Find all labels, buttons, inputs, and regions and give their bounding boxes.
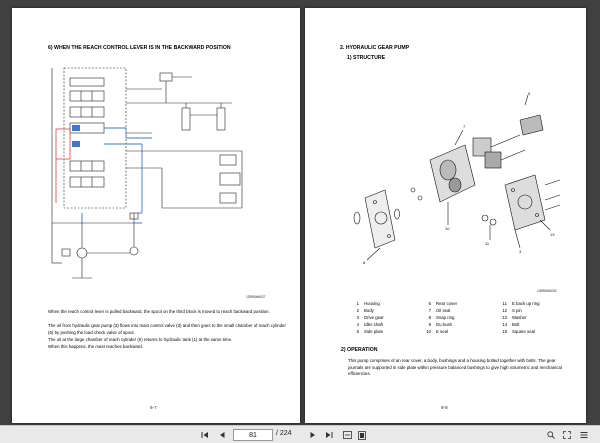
page-total-label: / 224 xyxy=(276,430,292,437)
part-entry: 4 Idler shaft xyxy=(356,321,383,327)
part-entry: 11 E back up ring xyxy=(502,301,540,306)
part-entry: 3 Drive gear xyxy=(356,314,384,320)
part-entry: 7 Oil seal xyxy=(428,307,451,313)
left-page-number: 6-7 xyxy=(150,405,157,410)
svg-text:3: 3 xyxy=(519,249,522,254)
part-entry: 8 Snap ring xyxy=(428,314,455,320)
part-entry: 15 Square seal xyxy=(502,328,535,334)
part-entry: 1 Housing xyxy=(356,301,380,306)
left-paragraph-1: When the reach control lever is pulled b… xyxy=(48,309,270,314)
gear-pump-exploded-view: 8 7 10 3 5 13 11 xyxy=(353,91,561,265)
next-page-icon[interactable] xyxy=(307,429,319,441)
circuit-active-path xyxy=(81,127,152,224)
operation-title: 2) OPERATION xyxy=(341,347,378,353)
page-number-input[interactable]: 81 xyxy=(233,429,273,441)
document-viewer[interactable]: 6) WHEN THE REACH CONTROL LEVER IS IN TH… xyxy=(0,0,600,425)
hydraulic-circuit-diagram xyxy=(51,67,243,279)
part-entry: 5 Side plate xyxy=(356,328,384,334)
section-title: 2. HYDRAULIC GEAR PUMP xyxy=(340,45,410,51)
svg-text:8: 8 xyxy=(363,260,366,265)
operation-text: This pump comprises of an rear cover, a … xyxy=(348,358,562,377)
left-paragraph-3: The oil at the large chamber of reach cy… xyxy=(48,337,233,342)
svg-text:7: 7 xyxy=(463,124,466,129)
svg-text:13: 13 xyxy=(550,232,555,237)
right-page: 2. HYDRAULIC GEAR PUMP 1) STRUCTURE 8 7 … xyxy=(305,8,586,423)
svg-text:5: 5 xyxy=(528,91,531,96)
part-entry: 14 Bolt xyxy=(502,321,520,327)
prev-page-icon[interactable] xyxy=(216,429,228,441)
left-page: 6) WHEN THE REACH CONTROL LEVER IS IN TH… xyxy=(12,8,300,423)
svg-text:10: 10 xyxy=(445,226,450,231)
fit-width-icon[interactable] xyxy=(341,429,353,441)
part-entry: 13 Washer xyxy=(502,314,527,320)
circuit-return-path xyxy=(55,128,71,203)
left-paragraph-4: When this happens, the mast reaches back… xyxy=(48,344,143,349)
subsection-title: 1) STRUCTURE xyxy=(347,55,386,61)
part-entry: 10 E seal xyxy=(426,328,448,334)
left-page-title: 6) WHEN THE REACH CONTROL LEVER IS IN TH… xyxy=(48,45,231,51)
part-entry: 9 Du bush xyxy=(428,321,453,327)
left-figure-code: 12BR6HA027 xyxy=(246,295,266,299)
fullscreen-icon[interactable] xyxy=(561,429,573,441)
fit-page-icon[interactable] xyxy=(356,429,368,441)
viewer-toolbar: 81 / 224 xyxy=(0,425,600,443)
last-page-icon[interactable] xyxy=(323,429,335,441)
left-paragraph-2: The oil from hydraulic gear pump (2) flo… xyxy=(48,323,286,335)
menu-icon[interactable] xyxy=(578,429,590,441)
zoom-icon[interactable] xyxy=(545,429,557,441)
svg-text:11: 11 xyxy=(485,241,490,246)
part-entry: 6 Rear cover xyxy=(428,301,458,306)
part-entry: 2 Body xyxy=(356,307,374,313)
part-entry: 12 S pin xyxy=(502,307,522,313)
right-figure-code: 12BR6HA030 xyxy=(537,289,557,293)
first-page-icon[interactable] xyxy=(199,429,211,441)
parts-table: 1 Housing 6 Rear cover 11 E back up ring 2B… xyxy=(347,301,565,335)
right-page-number: 6-8 xyxy=(441,405,448,410)
